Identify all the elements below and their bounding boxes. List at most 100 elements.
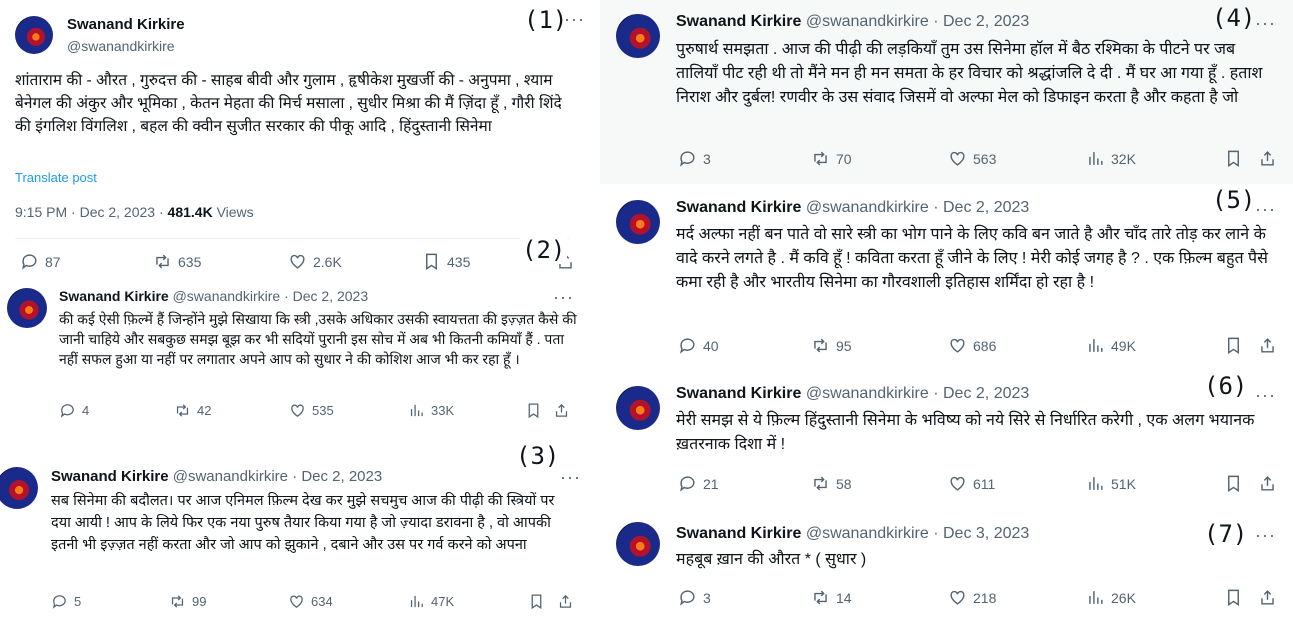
repost-count: 70	[836, 150, 852, 167]
bookmark-icon	[422, 252, 441, 271]
like-button[interactable]: 218	[948, 588, 996, 607]
repost-button[interactable]: 14	[811, 588, 852, 607]
action-bar: 40 95 686 49K	[678, 336, 1278, 360]
views-count: 47K	[431, 594, 455, 609]
repost-icon	[811, 149, 830, 168]
views-count: 32K	[1111, 150, 1136, 167]
bookmark-icon	[1224, 588, 1243, 607]
author-handle-date[interactable]: @swanandkirkire · Dec 2, 2023	[806, 13, 1029, 30]
share-icon	[557, 593, 574, 610]
author-name[interactable]: Swanand Kirkire	[51, 468, 169, 485]
avatar[interactable]	[15, 16, 53, 54]
views-icon	[408, 402, 425, 419]
repost-button[interactable]: 95	[811, 336, 852, 355]
views-button[interactable]: 32K	[1086, 149, 1136, 168]
like-button[interactable]: 611	[948, 474, 995, 493]
repost-button[interactable]: 635	[153, 252, 201, 271]
tweet-6: Swanand Kirkire @swanandkirkire · Dec 2,…	[600, 372, 1293, 508]
like-button[interactable]: 634	[288, 593, 333, 610]
reply-count: 3	[703, 150, 711, 167]
tweet-text: शांताराम की - औरत , गुरुदत्त की - साहब ब…	[15, 72, 562, 135]
heart-icon	[948, 149, 967, 168]
share-button[interactable]	[1258, 336, 1277, 355]
avatar[interactable]	[616, 200, 660, 244]
like-button[interactable]: 2.6K	[288, 252, 342, 271]
bookmark-icon	[1224, 474, 1243, 493]
author-handle[interactable]: @swanandkirkire	[67, 38, 175, 54]
author-name[interactable]: Swanand Kirkire	[676, 199, 801, 216]
share-button[interactable]	[557, 593, 574, 610]
bookmark-button[interactable]: 435	[422, 252, 470, 271]
author-name[interactable]: Swanand Kirkire	[676, 525, 801, 542]
reply-button[interactable]: 87	[20, 252, 61, 271]
more-icon[interactable]: ···	[560, 468, 581, 486]
avatar[interactable]	[616, 386, 660, 430]
views-icon	[1086, 588, 1105, 607]
tweet-header: Swanand Kirkire @swanandkirkire · Dec 2,…	[676, 385, 1029, 403]
reply-button[interactable]: 3	[678, 149, 711, 168]
share-button[interactable]	[1258, 474, 1277, 493]
bookmark-button[interactable]	[525, 402, 542, 419]
more-icon[interactable]: ···	[1255, 386, 1276, 404]
bookmark-button[interactable]	[1224, 588, 1243, 607]
repost-count: 14	[836, 589, 852, 606]
reply-button[interactable]: 3	[678, 588, 711, 607]
action-bar: 3 70 563 32K	[678, 149, 1278, 173]
views-button[interactable]: 26K	[1086, 588, 1136, 607]
tweet-timestamp: 9:15 PM · Dec 2, 2023 · 481.4K Views	[15, 204, 254, 220]
views-button[interactable]: 47K	[408, 593, 454, 610]
more-icon[interactable]: ···	[553, 288, 574, 306]
reply-button[interactable]: 4	[59, 402, 89, 419]
avatar[interactable]	[616, 14, 660, 58]
author-name[interactable]: Swanand Kirkire	[676, 385, 801, 402]
repost-button[interactable]: 70	[811, 149, 852, 168]
author-handle-date[interactable]: @swanandkirkire · Dec 2, 2023	[173, 288, 369, 304]
more-icon[interactable]: ···	[564, 10, 585, 28]
tweet-number: (1)	[524, 6, 568, 34]
like-button[interactable]: 563	[948, 149, 996, 168]
share-button[interactable]	[553, 402, 570, 419]
repost-button[interactable]: 58	[811, 474, 852, 493]
avatar[interactable]	[0, 467, 38, 509]
views-icon	[1086, 474, 1105, 493]
repost-icon	[174, 402, 191, 419]
reply-icon	[59, 402, 76, 419]
views-button[interactable]: 49K	[1086, 336, 1136, 355]
repost-button[interactable]: 42	[174, 402, 211, 419]
bookmark-button[interactable]	[1224, 149, 1243, 168]
repost-button[interactable]: 99	[169, 593, 206, 610]
like-button[interactable]: 686	[948, 336, 996, 355]
views-button[interactable]: 33K	[408, 402, 454, 419]
tweet-number: (5)	[1212, 186, 1256, 214]
reply-icon	[678, 149, 697, 168]
more-icon[interactable]: ···	[1255, 200, 1276, 218]
tweet-text: सब सिनेमा की बदौलत। पर आज एनिमल फ़िल्म द…	[51, 493, 555, 553]
avatar[interactable]	[7, 288, 47, 328]
tweet-text: मर्द अल्फा नहीं बन पाते वो सारे स्त्री क…	[676, 226, 1268, 291]
more-icon[interactable]: ···	[1255, 14, 1276, 32]
bookmark-button[interactable]	[1224, 336, 1243, 355]
author-handle-date[interactable]: @swanandkirkire · Dec 2, 2023	[806, 199, 1029, 216]
avatar[interactable]	[616, 522, 660, 566]
like-button[interactable]: 535	[289, 402, 334, 419]
author-handle-date[interactable]: @swanandkirkire · Dec 2, 2023	[173, 468, 383, 485]
repost-count: 635	[178, 253, 202, 270]
share-button[interactable]	[1258, 588, 1277, 607]
reply-button[interactable]: 21	[678, 474, 719, 493]
bookmark-button[interactable]	[1224, 474, 1243, 493]
tweet-header: Swanand Kirkire @swanandkirkire · Dec 3,…	[676, 525, 1029, 543]
reply-button[interactable]: 40	[678, 336, 719, 355]
views-button[interactable]: 51K	[1086, 474, 1136, 493]
tweet-number: (7)	[1204, 520, 1248, 548]
share-button[interactable]	[1258, 149, 1277, 168]
more-icon[interactable]: ···	[1255, 526, 1276, 544]
author-handle-date[interactable]: @swanandkirkire · Dec 3, 2023	[806, 525, 1029, 542]
translate-post-link[interactable]: Translate post	[15, 170, 97, 185]
author-name[interactable]: Swanand Kirkire	[67, 16, 185, 33]
reply-button[interactable]: 5	[51, 593, 81, 610]
bookmark-button[interactable]	[528, 593, 545, 610]
author-name[interactable]: Swanand Kirkire	[676, 13, 801, 30]
author-handle-date[interactable]: @swanandkirkire · Dec 2, 2023	[806, 385, 1029, 402]
author-name[interactable]: Swanand Kirkire	[59, 288, 169, 304]
timestamp-text[interactable]: 9:15 PM · Dec 2, 2023 ·	[15, 204, 168, 220]
